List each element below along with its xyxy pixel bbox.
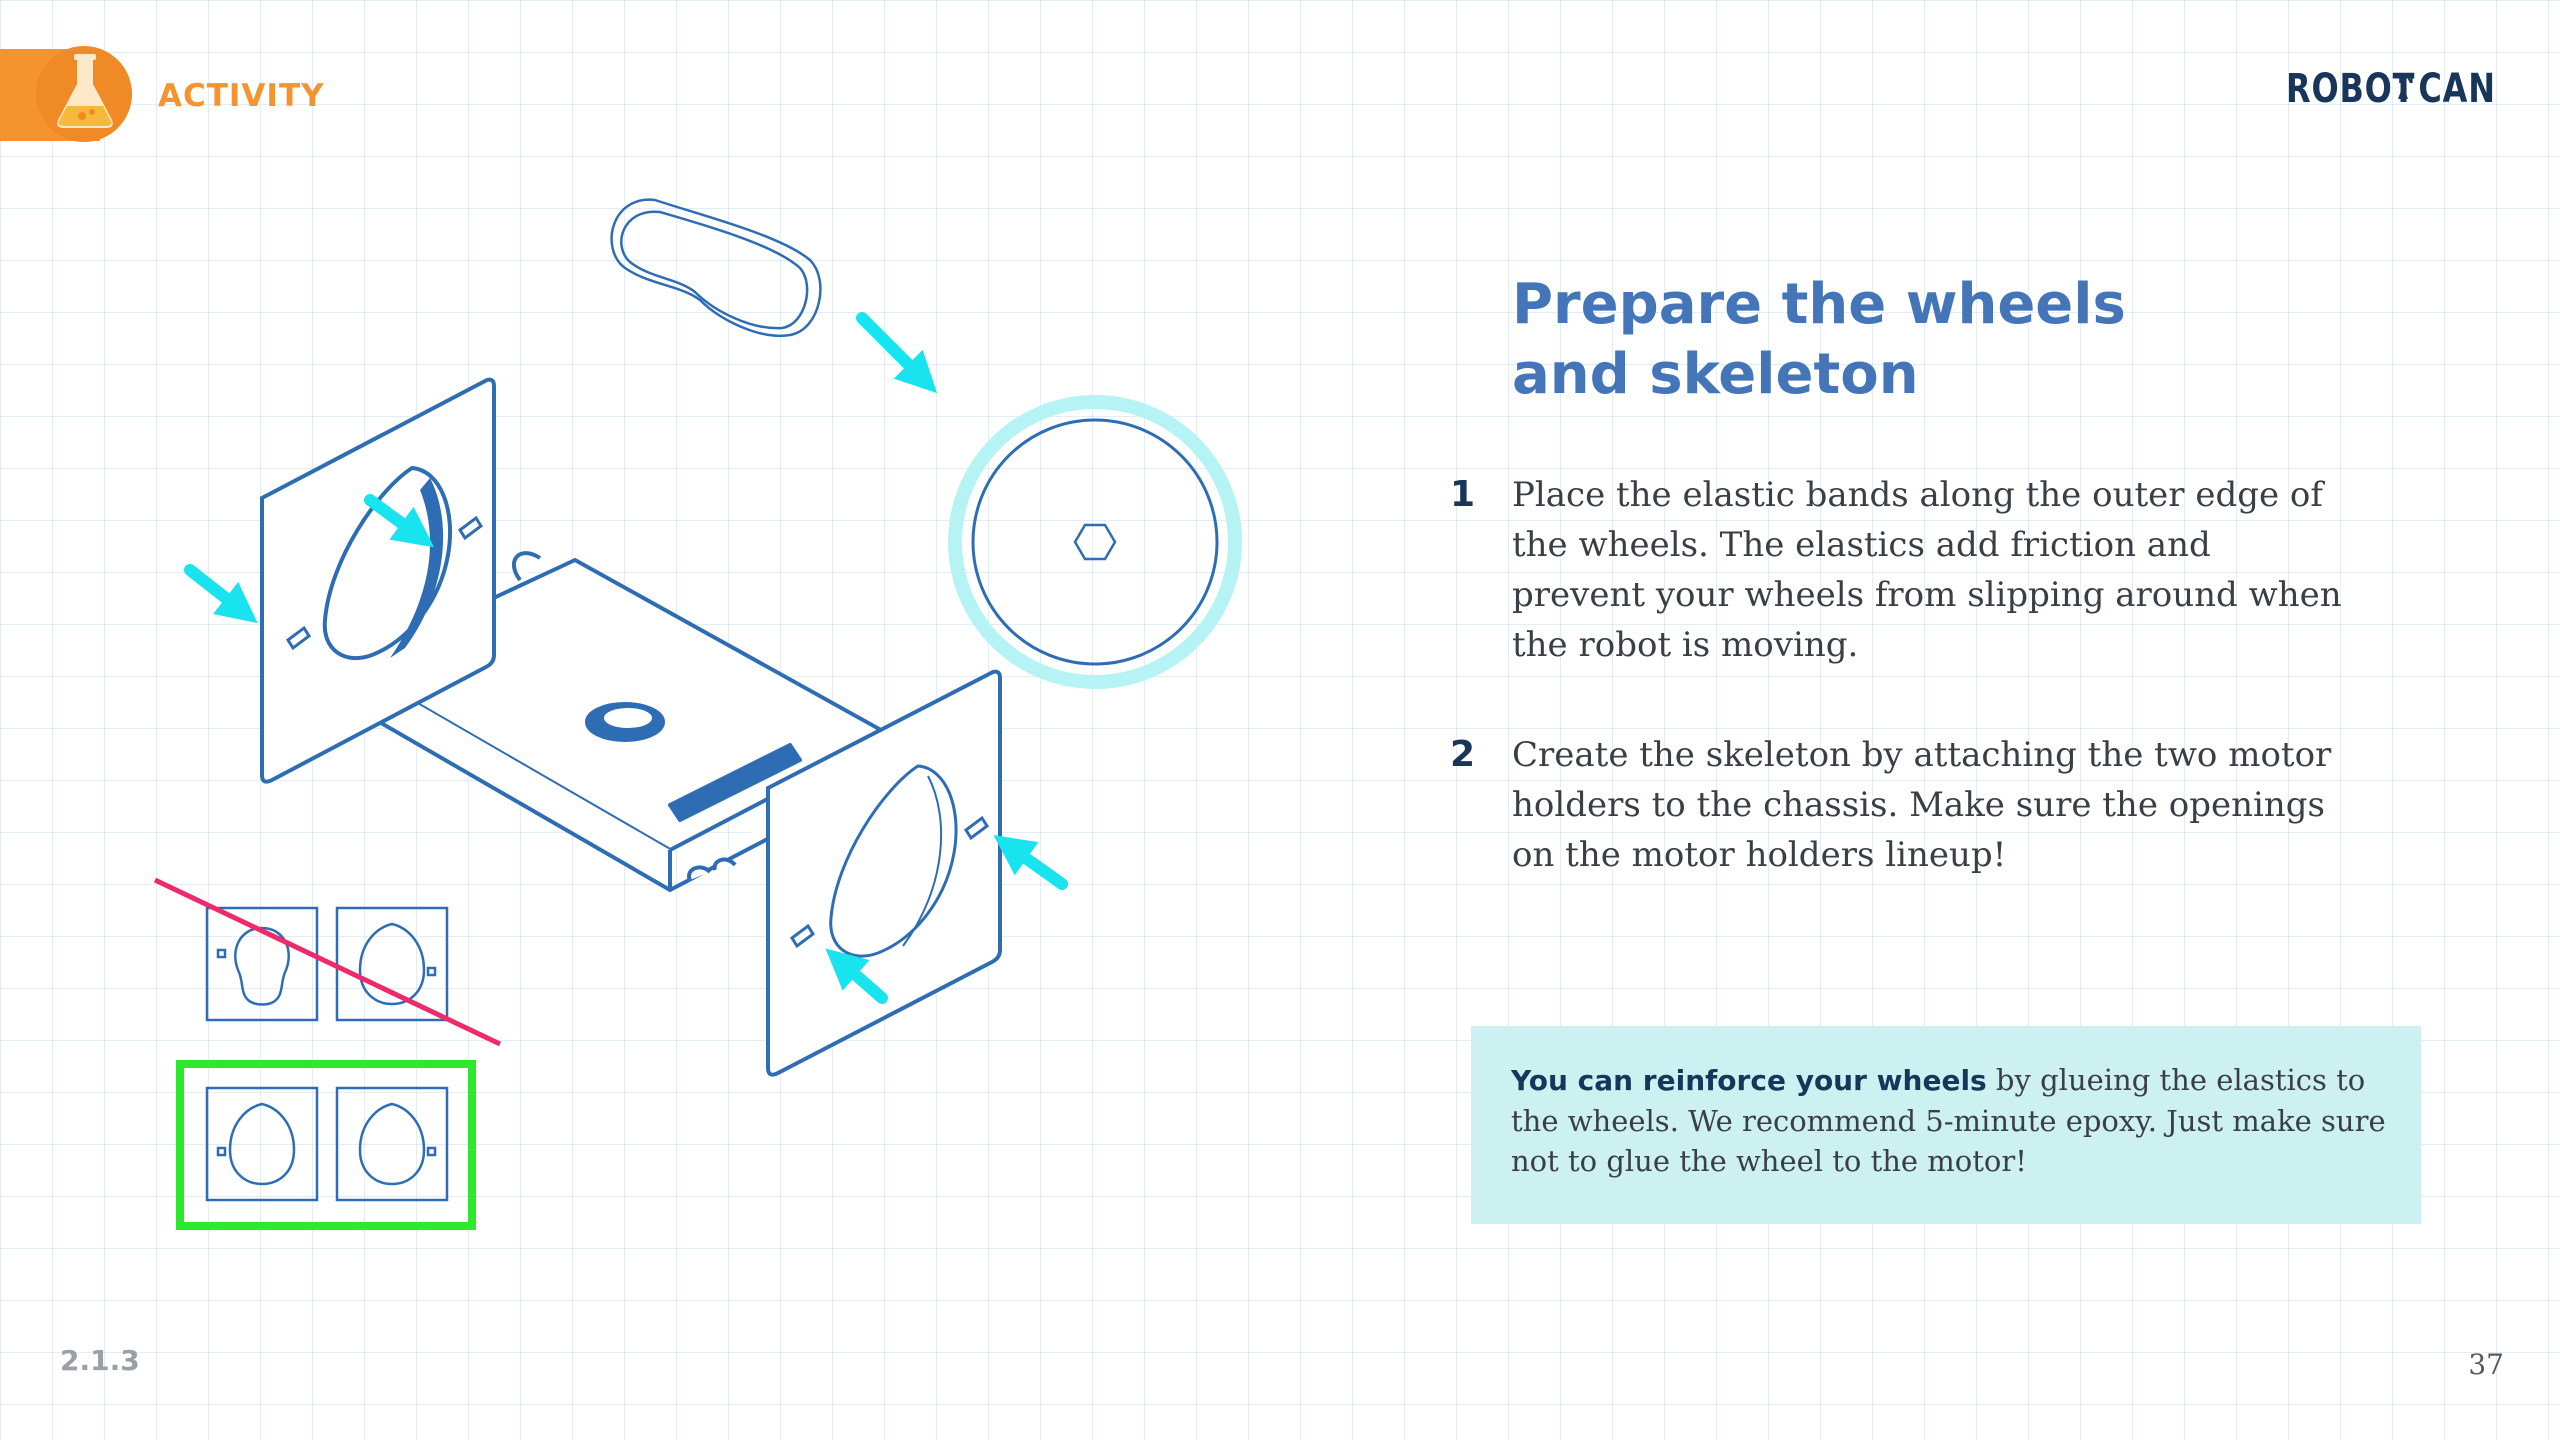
step-number: 2 <box>1450 734 1476 775</box>
wheel <box>948 395 1242 689</box>
page-number: 37 <box>2468 1348 2504 1381</box>
step-text: Place the elastic bands along the outer … <box>1512 475 2342 665</box>
step-number: 1 <box>1450 474 1476 515</box>
robot-in-a-can-logo: ROBOT IN A CAN <box>2286 66 2496 116</box>
page-title: Prepare the wheels and skeleton <box>1512 272 2126 407</box>
elastic-band <box>610 198 822 338</box>
brand-word-left: ROBOT <box>2286 66 2416 112</box>
section-number: 2.1.3 <box>60 1344 140 1377</box>
tip-note-bold: You can reinforce your wheels <box>1511 1064 1987 1097</box>
assembly-illustration <box>153 198 1242 1230</box>
tip-note: You can reinforce your wheels by glueing… <box>1471 1026 2421 1224</box>
brand-small-bottom: A <box>2398 88 2409 103</box>
step-text: Create the skeleton by attaching the two… <box>1512 735 2332 875</box>
brand-small-top: IN <box>2398 72 2414 87</box>
correct-orientation <box>205 1086 449 1202</box>
brand-word-right: CAN <box>2418 66 2496 112</box>
